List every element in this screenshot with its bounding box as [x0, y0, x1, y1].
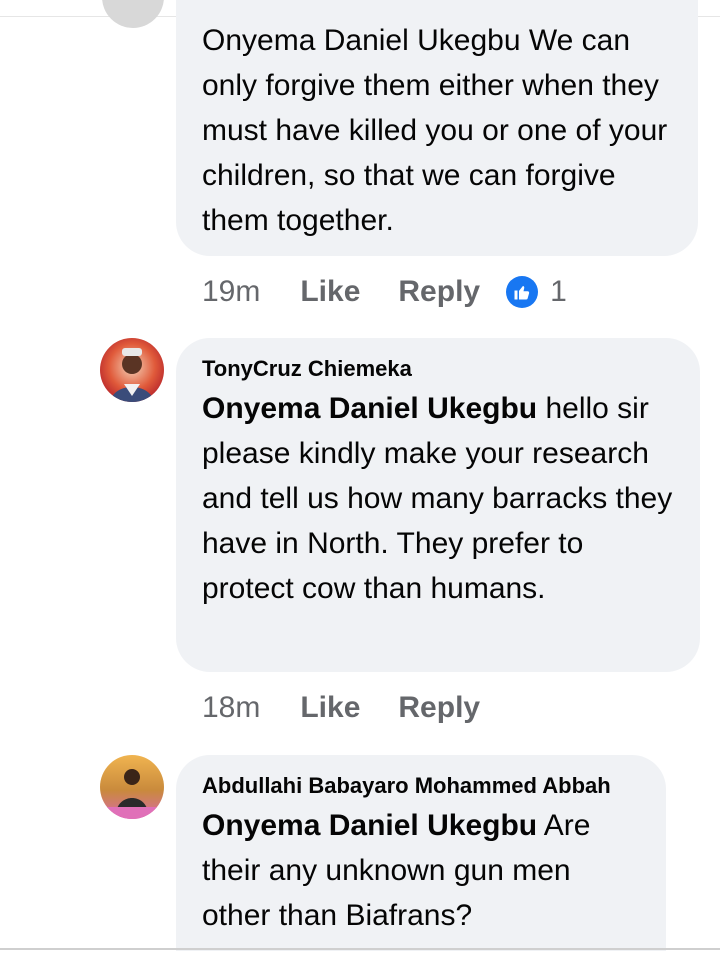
reply-button[interactable]: Reply	[398, 275, 480, 309]
comment-text: Onyema Daniel Ukegbu hello sir please ki…	[202, 386, 674, 611]
avatar[interactable]	[100, 338, 164, 402]
comment-author[interactable]: Abdullahi Babayaro Mohammed Abbah	[202, 769, 640, 803]
avatar[interactable]	[102, 0, 164, 28]
like-thumb-icon[interactable]	[506, 276, 539, 308]
like-button[interactable]: Like	[300, 691, 360, 725]
mention-link[interactable]: Onyema Daniel Ukegbu	[202, 809, 537, 842]
comment-timestamp[interactable]: 18m	[202, 691, 260, 725]
avatar[interactable]	[100, 755, 164, 819]
divider	[0, 948, 720, 950]
comment-timestamp[interactable]: 19m	[202, 275, 260, 309]
comment-text: Onyema Daniel Ukegbu We can only forgive…	[202, 24, 668, 237]
mention-link[interactable]: Onyema Daniel Ukegbu	[202, 392, 537, 425]
comments-thread: Onyema Daniel Ukegbu We can only forgive…	[0, 0, 720, 956]
comment-author[interactable]: TonyCruz Chiemeka	[202, 352, 674, 386]
reaction-count[interactable]: 1	[550, 275, 567, 309]
comment-bubble: Abdullahi Babayaro Mohammed Abbah Onyema…	[176, 755, 666, 951]
reply-button[interactable]: Reply	[398, 691, 480, 725]
comment-actions: 18m Like Reply	[202, 688, 518, 728]
comment-bubble: TonyCruz Chiemeka Onyema Daniel Ukegbu h…	[176, 338, 700, 672]
comment-bubble: Onyema Daniel Ukegbu We can only forgive…	[176, 0, 698, 256]
comment-text: Onyema Daniel Ukegbu Are their any unkno…	[202, 803, 640, 938]
comment-actions: 19m Like Reply 1	[202, 272, 567, 312]
like-button[interactable]: Like	[300, 275, 360, 309]
